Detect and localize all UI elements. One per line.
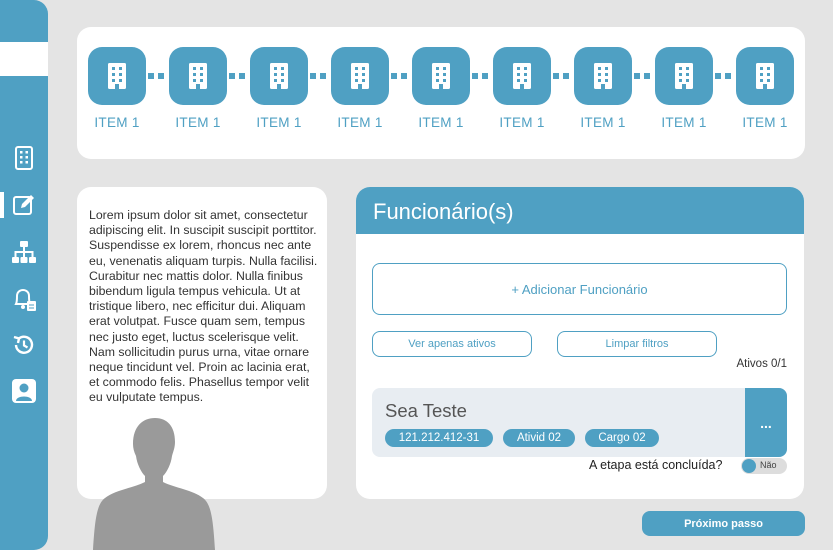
toggle-label: Não bbox=[760, 460, 777, 470]
step-item[interactable]: ITEM 1 bbox=[574, 47, 632, 130]
step-connector bbox=[472, 73, 488, 79]
sidebar-top-tab[interactable] bbox=[0, 42, 48, 76]
stepper-card: ITEM 1 ITEM 1 ITEM 1 ITEM 1 ITEM 1 ITEM 1 ITEM… bbox=[77, 27, 805, 159]
edit-icon[interactable] bbox=[11, 192, 37, 218]
building-icon[interactable] bbox=[169, 47, 227, 105]
funcionarios-card: Funcionário(s) + Adicionar Funcionário V… bbox=[356, 187, 804, 499]
step-item[interactable]: ITEM 1 bbox=[493, 47, 551, 130]
history-icon[interactable] bbox=[11, 332, 37, 358]
step-label: ITEM 1 bbox=[94, 115, 140, 130]
show-active-only-button[interactable]: Ver apenas ativos bbox=[372, 331, 532, 357]
bell-document-icon[interactable] bbox=[11, 286, 37, 312]
step-connector bbox=[634, 73, 650, 79]
step-label: ITEM 1 bbox=[499, 115, 545, 130]
employee-cpf-tag: 121.212.412-31 bbox=[385, 429, 493, 447]
building-icon[interactable] bbox=[655, 47, 713, 105]
step-label: ITEM 1 bbox=[661, 115, 707, 130]
employee-role-tag: Cargo 02 bbox=[585, 429, 659, 447]
add-employee-button[interactable]: + Adicionar Funcionário bbox=[372, 263, 787, 315]
step-complete-toggle[interactable]: Não bbox=[741, 458, 787, 474]
step-complete-question: A etapa está concluída? bbox=[589, 458, 723, 472]
step-label: ITEM 1 bbox=[580, 115, 626, 130]
funcionarios-title: Funcionário(s) bbox=[356, 187, 804, 234]
building-icon[interactable] bbox=[736, 47, 794, 105]
building-icon[interactable] bbox=[493, 47, 551, 105]
employee-activity-tag: Ativid 02 bbox=[503, 429, 575, 447]
step-label: ITEM 1 bbox=[742, 115, 788, 130]
employee-more-button[interactable]: ... bbox=[745, 388, 787, 457]
step-connector bbox=[553, 73, 569, 79]
person-silhouette-image bbox=[93, 418, 215, 550]
building-icon[interactable] bbox=[11, 145, 37, 171]
step-connector bbox=[229, 73, 245, 79]
building-icon[interactable] bbox=[88, 47, 146, 105]
toggle-knob bbox=[742, 459, 756, 473]
next-step-button[interactable]: Próximo passo bbox=[642, 511, 805, 536]
step-connector bbox=[715, 73, 731, 79]
step-item[interactable]: ITEM 1 bbox=[655, 47, 713, 130]
building-icon[interactable] bbox=[412, 47, 470, 105]
info-text: Lorem ipsum dolor sit amet, consectetur … bbox=[89, 208, 318, 405]
step-label: ITEM 1 bbox=[256, 115, 302, 130]
step-item[interactable]: ITEM 1 bbox=[169, 47, 227, 130]
step-connector bbox=[310, 73, 326, 79]
user-icon[interactable] bbox=[11, 378, 37, 404]
step-label: ITEM 1 bbox=[175, 115, 221, 130]
step-label: ITEM 1 bbox=[418, 115, 464, 130]
building-icon[interactable] bbox=[250, 47, 308, 105]
building-icon[interactable] bbox=[574, 47, 632, 105]
sidebar-active-indicator bbox=[0, 192, 4, 218]
step-connector bbox=[391, 73, 407, 79]
step-item[interactable]: ITEM 1 bbox=[736, 47, 794, 130]
step-item[interactable]: ITEM 1 bbox=[412, 47, 470, 130]
org-chart-icon[interactable] bbox=[11, 239, 37, 265]
active-count: Ativos 0/1 bbox=[736, 358, 788, 370]
clear-filters-button[interactable]: Limpar filtros bbox=[557, 331, 717, 357]
employee-card[interactable]: Sea Teste 121.212.412-31 Ativid 02 Cargo… bbox=[372, 388, 787, 457]
step-item[interactable]: ITEM 1 bbox=[250, 47, 308, 130]
sidebar bbox=[0, 0, 48, 550]
step-item[interactable]: ITEM 1 bbox=[331, 47, 389, 130]
step-connector bbox=[148, 73, 164, 79]
employee-name: Sea Teste bbox=[385, 400, 467, 421]
step-label: ITEM 1 bbox=[337, 115, 383, 130]
step-item[interactable]: ITEM 1 bbox=[88, 47, 146, 130]
building-icon[interactable] bbox=[331, 47, 389, 105]
